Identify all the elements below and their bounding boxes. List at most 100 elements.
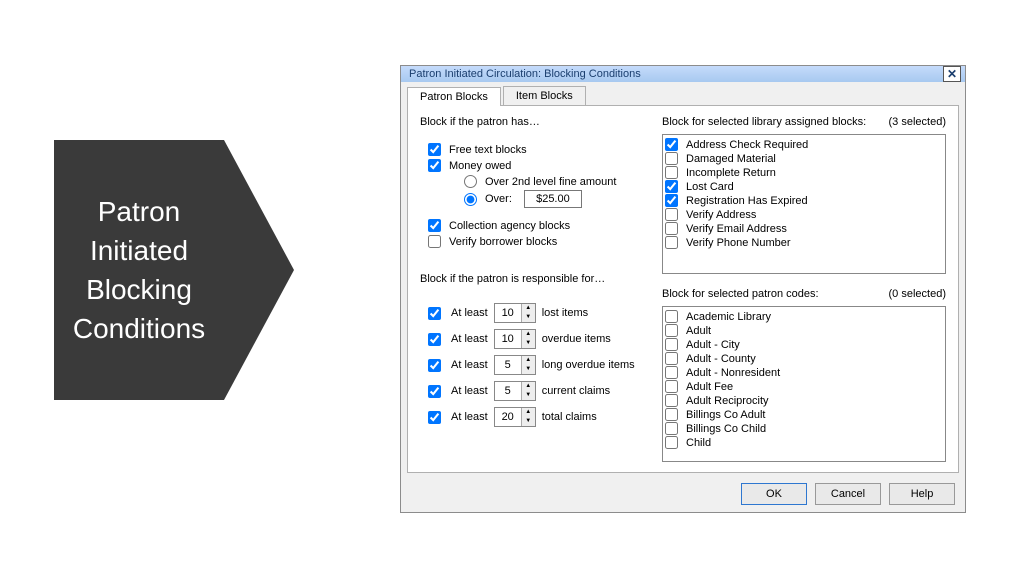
responsible-spinner[interactable]: ▲▼	[494, 355, 536, 375]
responsible-checkbox[interactable]	[428, 411, 441, 424]
verify-borrower-checkbox[interactable]	[428, 235, 441, 248]
patron-code-item[interactable]: Adult Reciprocity	[665, 394, 943, 407]
patron-code-checkbox[interactable]	[665, 380, 678, 393]
responsible-value-input[interactable]	[495, 382, 521, 400]
close-button[interactable]: ✕	[943, 66, 961, 82]
money-owed-checkbox[interactable]	[428, 159, 441, 172]
patron-codes-listbox[interactable]: Academic LibraryAdultAdult - CityAdult -…	[662, 306, 946, 462]
library-block-item[interactable]: Lost Card	[665, 180, 943, 193]
blocking-conditions-dialog: Patron Initiated Circulation: Blocking C…	[400, 65, 966, 513]
spinner-down-icon[interactable]: ▼	[522, 339, 535, 348]
responsible-row: At least▲▼current claims	[428, 381, 640, 401]
patron-code-checkbox[interactable]	[665, 338, 678, 351]
library-block-checkbox[interactable]	[665, 166, 678, 179]
library-block-checkbox[interactable]	[665, 236, 678, 249]
responsible-checkbox[interactable]	[428, 385, 441, 398]
spinner-down-icon[interactable]: ▼	[522, 365, 535, 374]
spinner-up-icon[interactable]: ▲	[522, 382, 535, 391]
patron-code-checkbox[interactable]	[665, 394, 678, 407]
patron-code-label: Adult - Nonresident	[686, 367, 780, 379]
patron-code-checkbox[interactable]	[665, 310, 678, 323]
spinner-down-icon[interactable]: ▼	[522, 313, 535, 322]
responsible-checkbox[interactable]	[428, 359, 441, 372]
library-block-checkbox[interactable]	[665, 222, 678, 235]
patron-code-item[interactable]: Adult Fee	[665, 380, 943, 393]
responsible-value-input[interactable]	[495, 408, 521, 426]
patron-code-item[interactable]: Billings Co Adult	[665, 408, 943, 421]
responsible-value-input[interactable]	[495, 304, 521, 322]
library-block-checkbox[interactable]	[665, 194, 678, 207]
spinner-up-icon[interactable]: ▲	[522, 356, 535, 365]
tab-patron-blocks[interactable]: Patron Blocks	[407, 87, 501, 106]
spinner-up-icon[interactable]: ▲	[522, 304, 535, 313]
responsible-spinner[interactable]: ▲▼	[494, 381, 536, 401]
close-icon: ✕	[947, 68, 957, 80]
over-amount-label: Over:	[485, 193, 512, 205]
cancel-button[interactable]: Cancel	[815, 483, 881, 505]
library-block-item[interactable]: Verify Email Address	[665, 222, 943, 235]
patron-code-checkbox[interactable]	[665, 352, 678, 365]
library-block-checkbox[interactable]	[665, 152, 678, 165]
library-block-item[interactable]: Incomplete Return	[665, 166, 943, 179]
slide-callout: Patron Initiated Blocking Conditions	[54, 140, 294, 400]
patron-code-item[interactable]: Adult - Nonresident	[665, 366, 943, 379]
patron-code-checkbox[interactable]	[665, 436, 678, 449]
collection-agency-label: Collection agency blocks	[449, 220, 570, 232]
responsible-value-input[interactable]	[495, 330, 521, 348]
responsible-spinner[interactable]: ▲▼	[494, 407, 536, 427]
patron-code-checkbox[interactable]	[665, 324, 678, 337]
library-block-item[interactable]: Verify Phone Number	[665, 236, 943, 249]
responsible-suffix: lost items	[542, 307, 588, 319]
responsible-checkbox[interactable]	[428, 333, 441, 346]
over-2nd-level-radio[interactable]	[464, 175, 477, 188]
responsible-value-input[interactable]	[495, 356, 521, 374]
callout-arrow	[224, 140, 294, 400]
patron-code-item[interactable]: Academic Library	[665, 310, 943, 323]
responsible-row: At least▲▼long overdue items	[428, 355, 640, 375]
responsible-spinner[interactable]: ▲▼	[494, 329, 536, 349]
patron-code-item[interactable]: Child	[665, 436, 943, 449]
library-block-checkbox[interactable]	[665, 138, 678, 151]
help-button[interactable]: Help	[889, 483, 955, 505]
library-block-checkbox[interactable]	[665, 208, 678, 221]
patron-code-checkbox[interactable]	[665, 408, 678, 421]
ok-button[interactable]: OK	[741, 483, 807, 505]
library-block-label: Verify Email Address	[686, 223, 787, 235]
responsible-spinner[interactable]: ▲▼	[494, 303, 536, 323]
patron-code-checkbox[interactable]	[665, 422, 678, 435]
library-block-item[interactable]: Verify Address	[665, 208, 943, 221]
library-block-item[interactable]: Address Check Required	[665, 138, 943, 151]
library-block-item[interactable]: Damaged Material	[665, 152, 943, 165]
patron-code-checkbox[interactable]	[665, 366, 678, 379]
spinner-down-icon[interactable]: ▼	[522, 391, 535, 400]
over-2nd-level-label: Over 2nd level fine amount	[485, 176, 616, 188]
library-blocks-label: Block for selected library assigned bloc…	[662, 116, 946, 128]
patron-codes-label: Block for selected patron codes: (0 sele…	[662, 288, 946, 300]
over-amount-input[interactable]	[524, 190, 582, 208]
tabs-strip: Patron Blocks Item Blocks	[401, 82, 965, 105]
patron-code-label: Adult Reciprocity	[686, 395, 769, 407]
spinner-down-icon[interactable]: ▼	[522, 417, 535, 426]
responsible-row: At least▲▼lost items	[428, 303, 640, 323]
patron-code-item[interactable]: Adult	[665, 324, 943, 337]
responsible-prefix: At least	[451, 411, 488, 423]
library-blocks-listbox[interactable]: Address Check RequiredDamaged MaterialIn…	[662, 134, 946, 274]
responsible-checkbox[interactable]	[428, 307, 441, 320]
section-has-label: Block if the patron has…	[420, 116, 646, 128]
responsible-prefix: At least	[451, 333, 488, 345]
library-block-checkbox[interactable]	[665, 180, 678, 193]
library-block-label: Registration Has Expired	[686, 195, 808, 207]
library-block-item[interactable]: Registration Has Expired	[665, 194, 943, 207]
tab-item-blocks[interactable]: Item Blocks	[503, 86, 586, 105]
patron-code-item[interactable]: Billings Co Child	[665, 422, 943, 435]
patron-code-label: Adult - City	[686, 339, 740, 351]
responsible-prefix: At least	[451, 385, 488, 397]
over-amount-radio[interactable]	[464, 193, 477, 206]
free-text-blocks-checkbox[interactable]	[428, 143, 441, 156]
spinner-up-icon[interactable]: ▲	[522, 408, 535, 417]
spinner-up-icon[interactable]: ▲	[522, 330, 535, 339]
responsible-suffix: overdue items	[542, 333, 611, 345]
patron-code-item[interactable]: Adult - County	[665, 352, 943, 365]
collection-agency-checkbox[interactable]	[428, 219, 441, 232]
patron-code-item[interactable]: Adult - City	[665, 338, 943, 351]
